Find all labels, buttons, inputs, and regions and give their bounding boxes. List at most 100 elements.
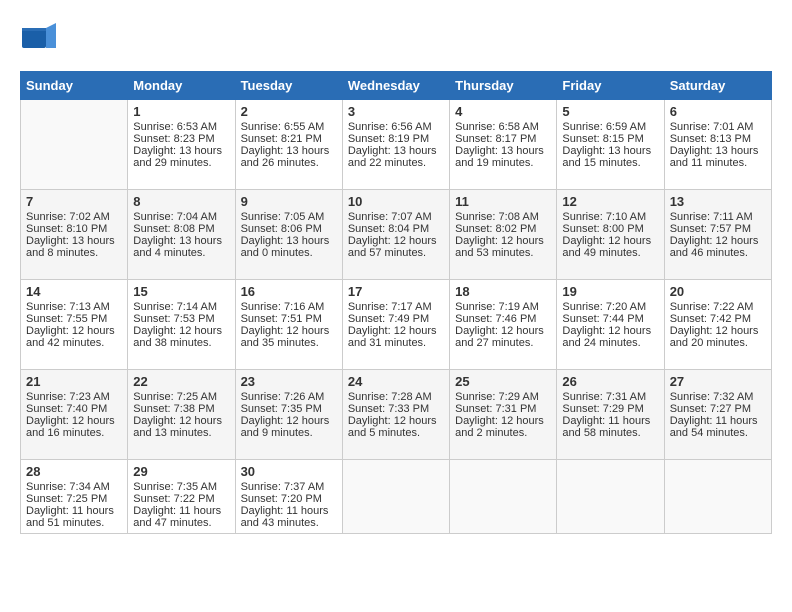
day-number: 29 (133, 464, 229, 479)
day-info-line: Sunset: 7:46 PM (455, 313, 551, 325)
day-info-line: Sunrise: 7:37 AM (241, 481, 337, 493)
day-info-line: Daylight: 12 hours (241, 325, 337, 337)
calendar-cell: 17Sunrise: 7:17 AMSunset: 7:49 PMDayligh… (342, 280, 449, 370)
calendar-cell: 6Sunrise: 7:01 AMSunset: 8:13 PMDaylight… (664, 100, 771, 190)
day-info-line: Daylight: 13 hours (562, 145, 658, 157)
day-info-line: Daylight: 12 hours (670, 235, 766, 247)
day-info-line: Daylight: 12 hours (670, 325, 766, 337)
day-info-line: Sunrise: 7:16 AM (241, 301, 337, 313)
day-info-line: Sunrise: 6:53 AM (133, 121, 229, 133)
day-info-line: and 9 minutes. (241, 427, 337, 439)
day-info-line: and 58 minutes. (562, 427, 658, 439)
calendar-cell: 27Sunrise: 7:32 AMSunset: 7:27 PMDayligh… (664, 370, 771, 460)
day-number: 10 (348, 194, 444, 209)
weekday-header-monday: Monday (128, 72, 235, 100)
day-info-line: Daylight: 13 hours (455, 145, 551, 157)
day-info-line: Sunset: 8:08 PM (133, 223, 229, 235)
day-info-line: Sunset: 7:35 PM (241, 403, 337, 415)
day-info-line: Daylight: 12 hours (348, 325, 444, 337)
day-info-line: and 54 minutes. (670, 427, 766, 439)
calendar-cell: 1Sunrise: 6:53 AMSunset: 8:23 PMDaylight… (128, 100, 235, 190)
day-info-line: Sunset: 8:02 PM (455, 223, 551, 235)
day-number: 19 (562, 284, 658, 299)
day-info-line: Sunrise: 7:22 AM (670, 301, 766, 313)
day-number: 21 (26, 374, 122, 389)
day-info-line: Daylight: 12 hours (241, 415, 337, 427)
day-number: 7 (26, 194, 122, 209)
day-info-line: Sunset: 8:00 PM (562, 223, 658, 235)
calendar-cell: 29Sunrise: 7:35 AMSunset: 7:22 PMDayligh… (128, 460, 235, 534)
day-info-line: Daylight: 12 hours (26, 415, 122, 427)
day-number: 1 (133, 104, 229, 119)
day-info-line: Sunset: 8:06 PM (241, 223, 337, 235)
day-info-line: Sunrise: 6:58 AM (455, 121, 551, 133)
day-info-line: Sunrise: 7:07 AM (348, 211, 444, 223)
day-info-line: Sunset: 7:49 PM (348, 313, 444, 325)
day-info-line: Sunset: 8:13 PM (670, 133, 766, 145)
day-info-line: and 15 minutes. (562, 157, 658, 169)
day-number: 18 (455, 284, 551, 299)
calendar-cell: 11Sunrise: 7:08 AMSunset: 8:02 PMDayligh… (450, 190, 557, 280)
day-info-line: Daylight: 12 hours (455, 415, 551, 427)
day-info-line: Sunrise: 7:02 AM (26, 211, 122, 223)
calendar-cell: 8Sunrise: 7:04 AMSunset: 8:08 PMDaylight… (128, 190, 235, 280)
calendar-cell: 30Sunrise: 7:37 AMSunset: 7:20 PMDayligh… (235, 460, 342, 534)
day-number: 13 (670, 194, 766, 209)
day-info-line: Sunrise: 7:11 AM (670, 211, 766, 223)
day-number: 30 (241, 464, 337, 479)
day-info-line: Sunset: 7:29 PM (562, 403, 658, 415)
day-info-line: Sunset: 7:51 PM (241, 313, 337, 325)
calendar-cell: 15Sunrise: 7:14 AMSunset: 7:53 PMDayligh… (128, 280, 235, 370)
calendar-cell (664, 460, 771, 534)
calendar-week-1: 1 Sunrise: 6:53 AMSunset: 8:23 PM Daylight… (21, 100, 772, 190)
weekday-header-friday: Friday (557, 72, 664, 100)
page-header (20, 20, 772, 61)
calendar-cell: 16Sunrise: 7:16 AMSunset: 7:51 PMDayligh… (235, 280, 342, 370)
day-info-line: Daylight: 11 hours (133, 505, 229, 517)
day-info-line: Sunrise: 7:28 AM (348, 391, 444, 403)
calendar-body: 1 Sunrise: 6:53 AMSunset: 8:23 PM Daylight… (21, 100, 772, 534)
day-info-line: Daylight: 12 hours (133, 415, 229, 427)
day-info-line: Daylight: 11 hours (562, 415, 658, 427)
day-number: 15 (133, 284, 229, 299)
day-info-line: Sunrise: 7:29 AM (455, 391, 551, 403)
day-number: 27 (670, 374, 766, 389)
day-number: 4 (455, 104, 551, 119)
day-info-line: Daylight: 13 hours (670, 145, 766, 157)
day-info-line: and 53 minutes. (455, 247, 551, 259)
day-info-line: Sunrise: 7:25 AM (133, 391, 229, 403)
day-info-line: Daylight: 13 hours (348, 145, 444, 157)
day-number: 20 (670, 284, 766, 299)
logo-icon (20, 20, 56, 61)
day-number: 11 (455, 194, 551, 209)
day-number: 23 (241, 374, 337, 389)
day-info-line: Daylight: 12 hours (26, 325, 122, 337)
day-info-line: and 13 minutes. (133, 427, 229, 439)
day-info-line: Sunset: 8:21 PM (241, 133, 337, 145)
day-info-line: Sunset: 7:33 PM (348, 403, 444, 415)
day-info-line: Sunset: 8:04 PM (348, 223, 444, 235)
day-number: 28 (26, 464, 122, 479)
day-info-line: and 16 minutes. (26, 427, 122, 439)
calendar-cell: 2Sunrise: 6:55 AMSunset: 8:21 PMDaylight… (235, 100, 342, 190)
day-info-line: Sunrise: 7:01 AM (670, 121, 766, 133)
day-info-line: Daylight: 13 hours (241, 235, 337, 247)
day-info-line: Sunset: 7:44 PM (562, 313, 658, 325)
day-info-line: Sunrise: 7:31 AM (562, 391, 658, 403)
day-number: 17 (348, 284, 444, 299)
day-number: 24 (348, 374, 444, 389)
day-info-line: and 19 minutes. (455, 157, 551, 169)
day-info-line: Daylight: 12 hours (133, 325, 229, 337)
day-info-line: and 51 minutes. (26, 517, 122, 529)
day-info-line: Sunrise: 6:59 AM (562, 121, 658, 133)
day-info-line: Sunset: 8:23 PM (133, 133, 229, 145)
calendar-cell: 23Sunrise: 7:26 AMSunset: 7:35 PMDayligh… (235, 370, 342, 460)
day-info-line: Sunrise: 7:34 AM (26, 481, 122, 493)
day-info-line: Sunrise: 7:23 AM (26, 391, 122, 403)
weekday-header-thursday: Thursday (450, 72, 557, 100)
calendar-cell (342, 460, 449, 534)
day-info-line: Sunrise: 7:32 AM (670, 391, 766, 403)
day-info-line: Sunset: 7:55 PM (26, 313, 122, 325)
calendar-cell: 18Sunrise: 7:19 AMSunset: 7:46 PMDayligh… (450, 280, 557, 370)
calendar-week-3: 14Sunrise: 7:13 AMSunset: 7:55 PMDayligh… (21, 280, 772, 370)
